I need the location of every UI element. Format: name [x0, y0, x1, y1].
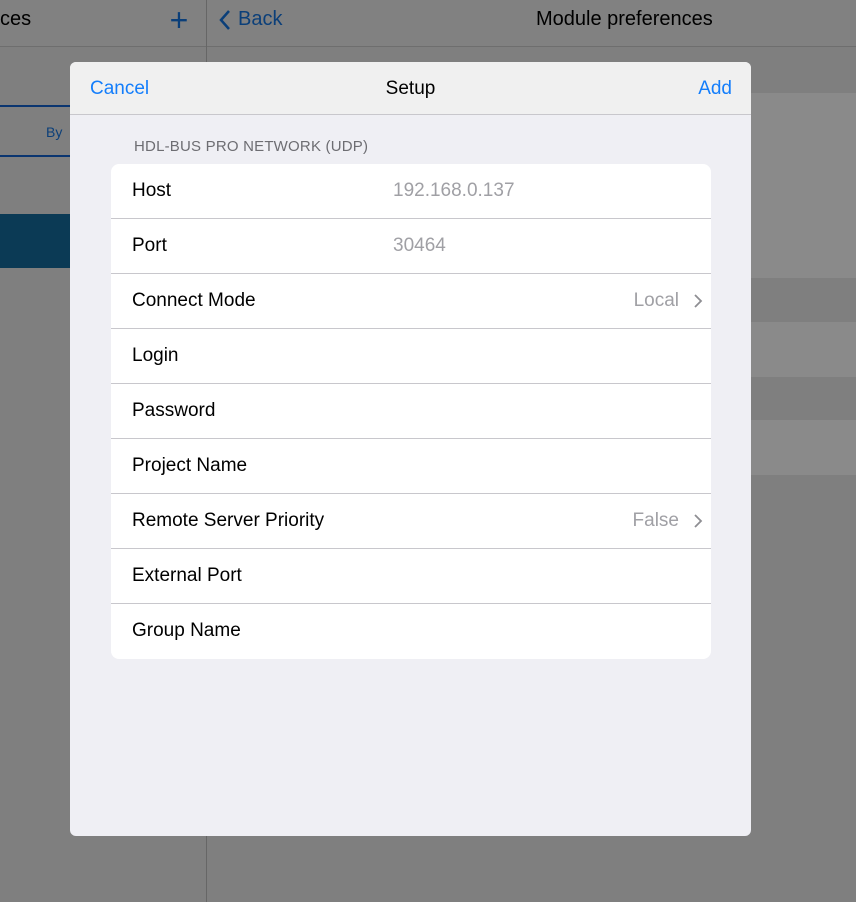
- section-header: HDL-BUS PRO NETWORK (UDP): [134, 138, 369, 155]
- bg-list-band: [750, 420, 856, 475]
- segment-label[interactable]: By: [46, 124, 62, 140]
- port-label: Port: [132, 235, 167, 256]
- password-row[interactable]: Password: [111, 384, 711, 439]
- group-name-label: Group Name: [132, 620, 241, 641]
- bg-list-band: [750, 93, 856, 278]
- selected-list-item[interactable]: [0, 214, 70, 268]
- login-label: Login: [132, 345, 179, 366]
- remote-server-priority-label: Remote Server Priority: [132, 510, 325, 531]
- right-pane-title: Module preferences: [536, 8, 713, 30]
- chevron-left-icon: [219, 9, 230, 30]
- remote-server-priority-value: False: [632, 510, 679, 531]
- back-label: Back: [238, 8, 283, 30]
- project-name-row[interactable]: Project Name: [111, 439, 711, 494]
- external-port-row[interactable]: External Port: [111, 549, 711, 604]
- port-field[interactable]: 30464: [393, 235, 446, 257]
- add-button[interactable]: Add: [698, 78, 732, 100]
- host-field[interactable]: 192.168.0.137: [393, 180, 515, 202]
- settings-table: Host 192.168.0.137 Port 30464 Connect Mo…: [111, 164, 711, 659]
- plus-icon[interactable]: +: [164, 0, 194, 40]
- bg-list-band: [750, 322, 856, 377]
- connect-mode-label: Connect Mode: [132, 290, 256, 311]
- left-pane-title: ces: [0, 8, 32, 30]
- external-port-label: External Port: [132, 565, 242, 586]
- login-row[interactable]: Login: [111, 329, 711, 384]
- group-name-row[interactable]: Group Name: [111, 604, 711, 659]
- port-row[interactable]: Port 30464: [111, 219, 711, 274]
- password-label: Password: [132, 400, 216, 421]
- project-name-label: Project Name: [132, 455, 248, 476]
- setup-modal: Cancel Setup Add HDL-BUS PRO NETWORK (UD…: [70, 62, 751, 836]
- chevron-right-icon: [694, 294, 703, 308]
- connect-mode-row[interactable]: Connect Mode Local: [111, 274, 711, 329]
- remote-server-priority-row[interactable]: Remote Server Priority False: [111, 494, 711, 549]
- host-row[interactable]: Host 192.168.0.137: [111, 164, 711, 219]
- chevron-right-icon: [694, 514, 703, 528]
- modal-nav-bar: Cancel Setup Add: [70, 62, 751, 115]
- modal-title: Setup: [385, 78, 436, 99]
- connect-mode-value: Local: [633, 290, 679, 311]
- host-label: Host: [132, 180, 172, 201]
- right-pane-header: [207, 0, 856, 47]
- back-button[interactable]: Back: [218, 8, 282, 31]
